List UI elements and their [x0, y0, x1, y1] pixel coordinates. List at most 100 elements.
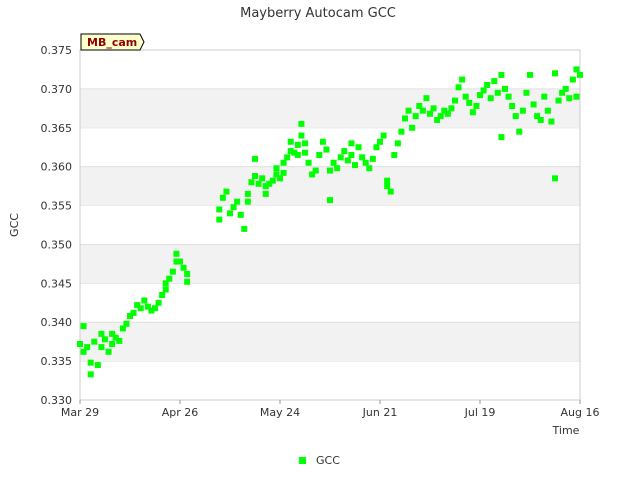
- gcc-point: [562, 85, 569, 92]
- gcc-point: [105, 348, 112, 355]
- gcc-point: [323, 146, 330, 153]
- gcc-point: [287, 138, 294, 145]
- gcc-point: [384, 183, 391, 190]
- gcc-point: [469, 109, 476, 116]
- gcc-point: [484, 82, 491, 88]
- gcc-point: [237, 211, 244, 218]
- y-tick-label: 0.355: [41, 200, 73, 213]
- gcc-point: [498, 134, 505, 141]
- gcc-point: [366, 165, 373, 172]
- gcc-point: [480, 87, 487, 94]
- gcc-point: [455, 84, 462, 91]
- gcc-point: [77, 341, 83, 347]
- gcc-point: [337, 154, 344, 161]
- gcc-point: [552, 175, 558, 182]
- legend: GCC: [299, 454, 340, 467]
- gcc-point: [298, 132, 305, 139]
- y-tick-label: 0.370: [41, 83, 73, 96]
- x-tick-label: Jun 21: [362, 406, 398, 419]
- gcc-point: [444, 110, 451, 117]
- gcc-point: [91, 338, 98, 345]
- gcc-point: [577, 71, 583, 78]
- gcc-point: [123, 320, 130, 327]
- gcc-point: [505, 93, 512, 100]
- gcc-point: [552, 70, 558, 77]
- gcc-point: [280, 159, 287, 166]
- x-tick-label: May 24: [260, 406, 300, 419]
- gcc-point: [377, 138, 383, 145]
- gcc-point: [537, 117, 544, 123]
- y-tick-label: 0.360: [41, 161, 73, 174]
- gcc-point: [130, 309, 137, 316]
- gcc-point: [387, 188, 394, 195]
- gcc-point: [355, 144, 362, 151]
- gcc-point: [327, 197, 333, 204]
- gcc-point: [98, 344, 105, 351]
- x-axis-label: Time: [552, 424, 580, 437]
- gcc-point: [94, 362, 101, 368]
- gcc-point: [344, 157, 351, 164]
- gcc-point: [180, 264, 187, 271]
- gcc-point: [166, 275, 173, 282]
- gcc-point: [259, 175, 266, 182]
- gcc-point: [548, 118, 555, 125]
- gcc-point: [116, 337, 123, 344]
- gcc-point: [327, 167, 333, 174]
- gcc-point: [569, 76, 576, 83]
- gcc-point: [412, 113, 419, 120]
- gcc-point: [523, 89, 530, 96]
- gcc-point: [334, 165, 341, 172]
- gcc-point: [509, 103, 516, 109]
- gcc-point: [152, 305, 158, 312]
- gcc-point: [437, 113, 444, 120]
- gcc-point: [227, 210, 233, 217]
- gcc-point: [466, 99, 473, 106]
- gcc-point: [234, 198, 241, 205]
- gcc-point: [137, 305, 144, 312]
- gcc-point: [398, 128, 405, 135]
- y-axis-label: GCC: [8, 213, 21, 237]
- gcc-point: [427, 110, 433, 117]
- gcc-point: [84, 344, 91, 351]
- gcc-point: [530, 101, 537, 108]
- gcc-point: [312, 167, 319, 174]
- gcc-point: [87, 359, 94, 366]
- gcc-point: [294, 141, 301, 148]
- gcc-point: [216, 216, 223, 223]
- gcc-point: [141, 297, 148, 304]
- gcc-point: [252, 155, 258, 162]
- gcc-point: [169, 268, 176, 275]
- gcc-point: [316, 152, 323, 158]
- gcc-point: [184, 278, 191, 285]
- gcc-point: [573, 93, 580, 100]
- site-tag: MB_cam: [80, 33, 145, 51]
- y-tick-label: 0.365: [41, 122, 73, 135]
- gcc-point: [341, 148, 348, 155]
- gcc-point: [302, 140, 308, 147]
- gcc-point: [277, 175, 283, 182]
- gcc-point: [573, 66, 580, 73]
- gcc-point: [519, 107, 526, 114]
- gcc-point: [448, 105, 455, 112]
- gcc-point: [373, 144, 380, 151]
- gcc-chart: Mayberry Autocam GCC 0.3300.3350.3400.34…: [8, 6, 599, 467]
- gcc-point: [391, 152, 398, 158]
- gcc-point: [352, 162, 358, 169]
- gcc-point: [348, 152, 355, 158]
- gcc-point: [566, 95, 573, 102]
- gcc-point: [452, 97, 458, 104]
- gcc-point: [305, 159, 312, 166]
- gcc-point: [473, 103, 480, 109]
- gcc-point: [423, 95, 430, 102]
- gcc-point: [502, 85, 508, 92]
- gcc-point: [262, 190, 269, 197]
- gcc-point: [244, 198, 251, 205]
- gcc-point: [298, 120, 305, 127]
- gcc-point: [162, 286, 169, 293]
- gcc-point: [498, 71, 505, 78]
- gcc-point: [362, 159, 369, 166]
- gcc-point: [155, 299, 162, 306]
- gcc-point: [330, 159, 337, 166]
- gcc-point: [248, 179, 255, 186]
- y-tick-label: 0.375: [41, 44, 73, 57]
